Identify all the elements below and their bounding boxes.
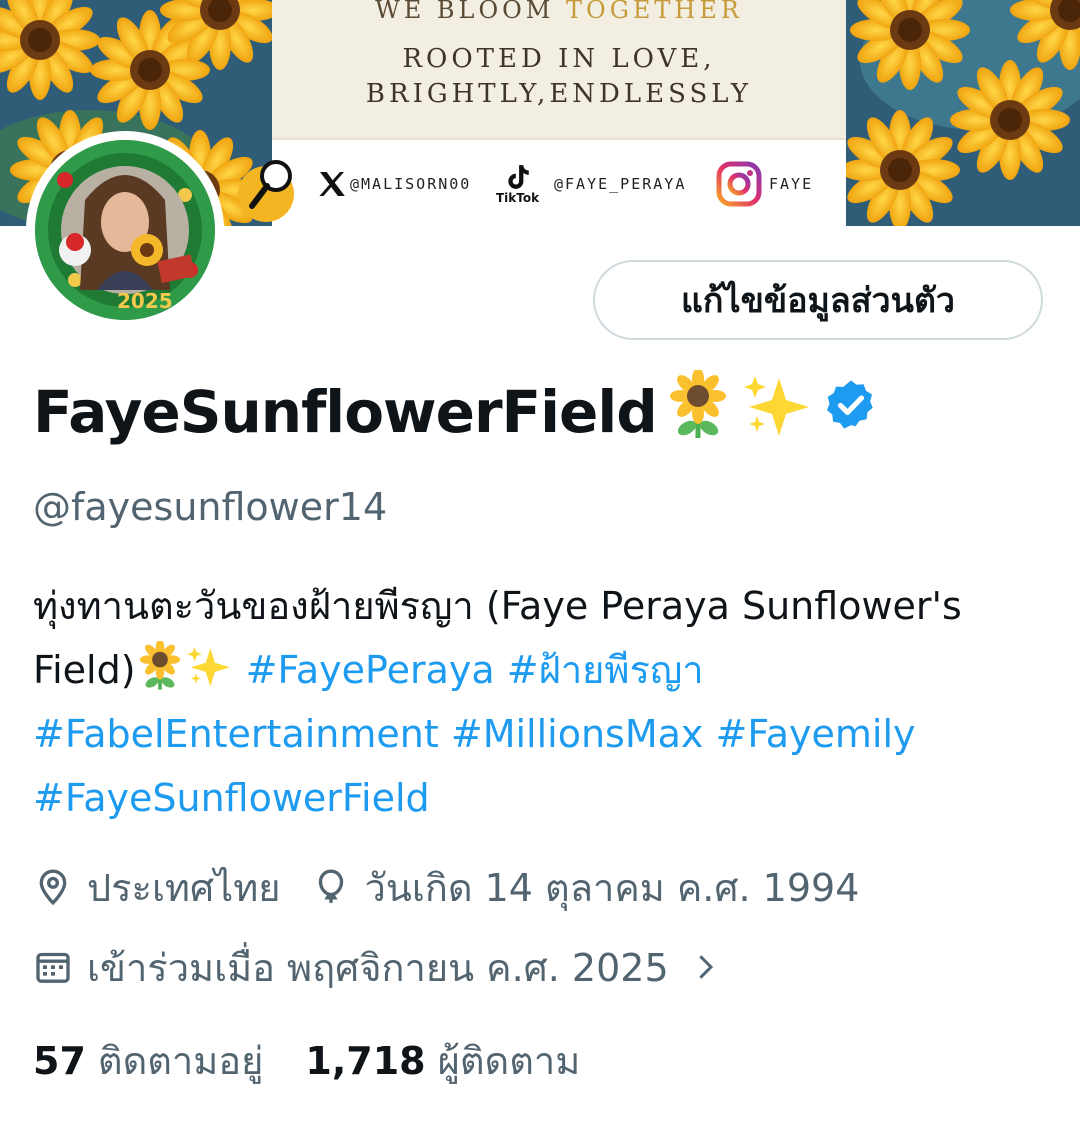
tiktok-label: TikTok xyxy=(496,191,540,205)
profile-handle: @fayesunflower14 xyxy=(33,485,388,529)
banner-social-strip: @MALISORN00 TikTok @FAYE_PERAYA FAYE xyxy=(238,138,846,226)
banner-line-3: BRIGHTLY,ENDLESSLY xyxy=(365,79,753,109)
avatar[interactable]: 2025 xyxy=(26,131,224,329)
profile-meta-row-1: ประเทศไทย วันเกิด 14 ตุลาคม ค.ศ. 1994 xyxy=(33,857,859,917)
hashtag-link[interactable]: #MillionsMax xyxy=(451,712,704,756)
following-count: 57 xyxy=(33,1038,86,1083)
display-name: FayeSunflowerField xyxy=(33,378,658,446)
hashtag-link[interactable]: #Fayemily xyxy=(716,712,916,756)
bio-sparkles-emoji xyxy=(184,646,234,692)
chevron-right-icon[interactable] xyxy=(689,947,721,987)
followers-link[interactable]: 1,718 ผู้ติดตาม xyxy=(305,1030,580,1091)
hashtag-link[interactable]: #FabelEntertainment xyxy=(33,712,439,756)
search-icon xyxy=(236,140,306,226)
display-name-row: FayeSunflowerField xyxy=(33,368,879,447)
hashtag-link[interactable]: #FayeSunflowerField xyxy=(33,776,430,820)
following-label: ติดตามอยู่ xyxy=(97,1038,264,1083)
avatar-image: 2025 xyxy=(35,140,215,320)
instagram-handle: FAYE xyxy=(769,175,814,193)
instagram-icon xyxy=(715,140,763,226)
following-link[interactable]: 57 ติดตามอยู่ xyxy=(33,1030,263,1091)
profile-location: ประเทศไทย xyxy=(87,865,281,910)
x-handle: @MALISORN00 xyxy=(350,175,472,193)
tiktok-handle: @FAYE_PERAYA xyxy=(554,175,687,193)
tiktok-icon: TikTok xyxy=(496,140,539,226)
hashtag-link[interactable]: #ฝ้ายพีรญา xyxy=(507,648,704,692)
sparkles-emoji xyxy=(739,370,815,454)
banner-line-1: WE BLOOM TOGETHER xyxy=(375,0,743,24)
bio-sunflower-emoji xyxy=(136,639,184,692)
edit-profile-button[interactable]: แก้ไขข้อมูลส่วนตัว xyxy=(593,260,1043,340)
location-pin-icon xyxy=(33,867,73,907)
balloon-icon xyxy=(311,867,351,907)
hashtag-link[interactable]: #FayePeraya xyxy=(246,648,495,692)
calendar-icon xyxy=(33,947,73,987)
x-logo-icon xyxy=(316,140,348,226)
followers-label: ผู้ติดตาม xyxy=(437,1038,581,1083)
profile-bio: ทุ่งทานตะวันของฝ้ายพีรญา (Faye Peraya Su… xyxy=(33,574,1053,830)
profile-birthday: วันเกิด 14 ตุลาคม ค.ศ. 1994 xyxy=(364,865,860,910)
verified-badge-icon[interactable] xyxy=(823,377,879,447)
sunflower-emoji xyxy=(665,368,731,454)
profile-joined: เข้าร่วมเมื่อ พฤศจิกายน ค.ศ. 2025 xyxy=(87,945,669,990)
banner-quote-card: WE BLOOM TOGETHER ROOTED IN LOVE, BRIGHT… xyxy=(238,0,846,226)
profile-stats: 57 ติดตามอยู่ 1,718 ผู้ติดตาม xyxy=(33,1030,580,1090)
avatar-year-text: 2025 xyxy=(117,289,173,313)
banner-line-2: ROOTED IN LOVE, xyxy=(402,44,716,74)
followers-count: 1,718 xyxy=(305,1038,426,1083)
profile-meta-row-2[interactable]: เข้าร่วมเมื่อ พฤศจิกายน ค.ศ. 2025 xyxy=(33,937,735,997)
